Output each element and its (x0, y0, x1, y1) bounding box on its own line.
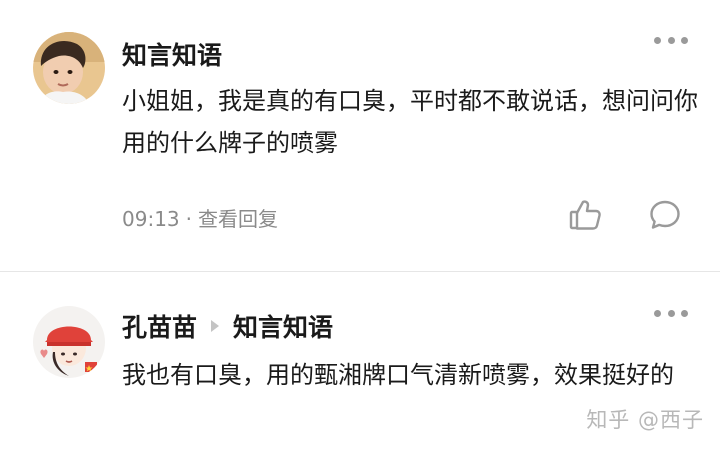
comment-time: 09:13 (122, 207, 180, 231)
view-replies-link[interactable]: 查看回复 (198, 207, 278, 231)
comment-author-line: 知言知语 (122, 36, 222, 72)
more-dot (654, 36, 661, 44)
reply-arrow-icon (211, 320, 220, 332)
meta-separator: · (185, 207, 192, 231)
more-dot (681, 309, 688, 317)
watermark: 知乎 @西子 (586, 408, 704, 432)
comment-author-line: 孔苗苗 知言知语 (122, 308, 333, 344)
comment-meta: 09:13 · 查看回复 (122, 203, 278, 232)
child-portrait-avatar[interactable] (33, 32, 105, 104)
author-name[interactable]: 孔苗苗 (122, 308, 197, 344)
comment-item: 知言知语 小姐姐，我是真的有口臭，平时都不敢说话，想问问你用的什么牌子的喷雾 0… (0, 0, 720, 271)
more-dot (667, 36, 675, 44)
more-dot (681, 36, 688, 44)
more-dot (667, 309, 675, 317)
author-name[interactable]: 知言知语 (122, 36, 222, 72)
comment-bubble-icon[interactable] (648, 198, 682, 232)
reply-to-name[interactable]: 知言知语 (233, 308, 333, 344)
thumbs-up-icon[interactable] (568, 198, 602, 232)
more-dots-icon[interactable] (654, 308, 688, 318)
comment-body: 小姐姐，我是真的有口臭，平时都不敢说话，想问问你用的什么牌子的喷雾 (122, 87, 698, 157)
more-dot (654, 309, 661, 317)
cartoon-helmet-avatar[interactable] (33, 306, 105, 378)
more-dots-icon[interactable] (654, 35, 688, 45)
comment-body: 我也有口臭，用的甄湘牌口气清新喷雾，效果挺好的 (122, 361, 674, 389)
